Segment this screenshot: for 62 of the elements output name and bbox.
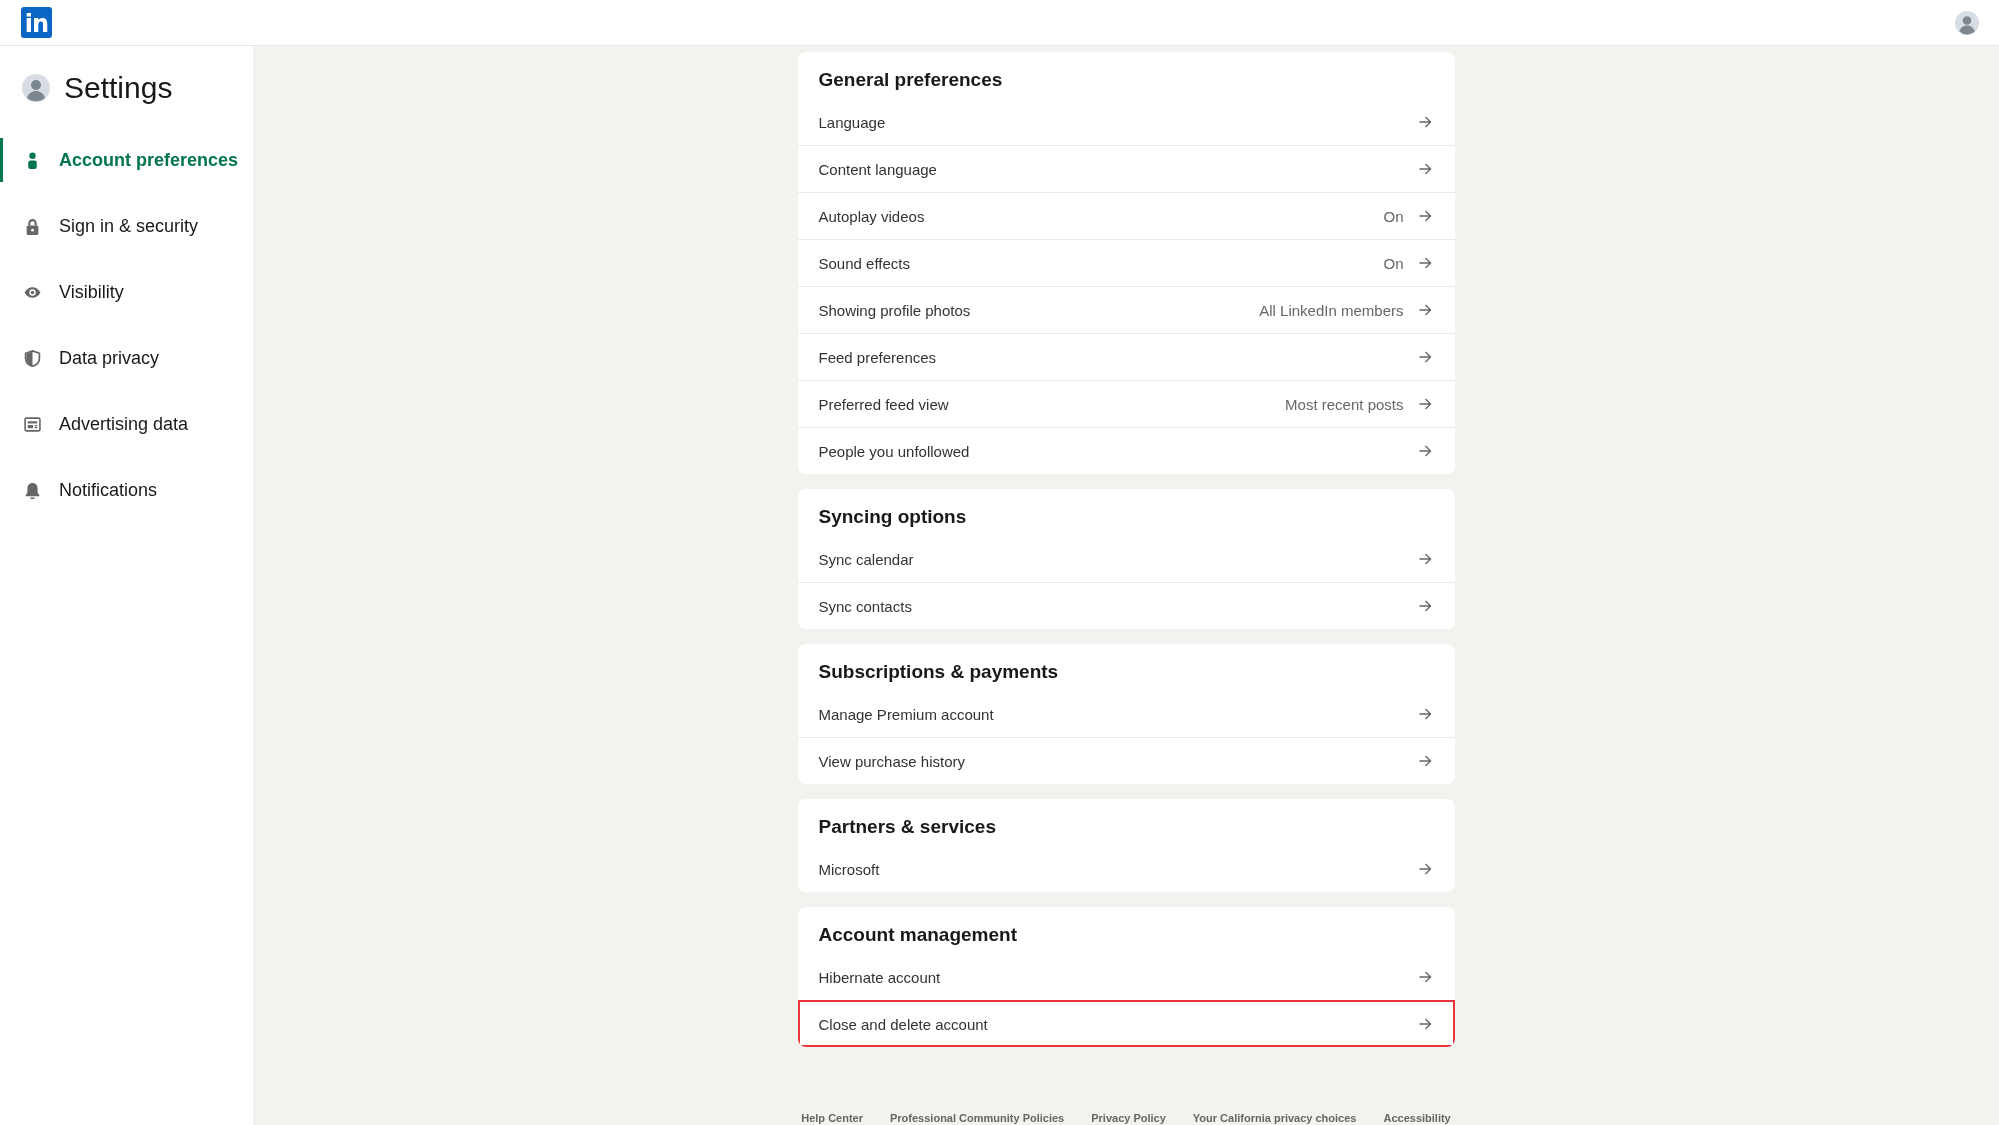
footer-link[interactable]: Privacy Policy (1091, 1112, 1166, 1124)
profile-avatar (22, 74, 50, 102)
footer-link[interactable]: Accessibility (1383, 1112, 1451, 1124)
nav-item[interactable]: Notifications (0, 468, 253, 512)
row-label: Microsoft (818, 860, 881, 878)
section-title: Subscriptions & payments (817, 660, 1060, 684)
section-title: Partners & services (817, 815, 997, 839)
nav-item[interactable]: Data privacy (0, 336, 253, 380)
arrow-right-icon (1418, 445, 1432, 457)
row-label: Sync calendar (818, 550, 915, 568)
row-label: Sync contacts (818, 597, 913, 615)
row-label: View purchase history (818, 752, 966, 770)
arrow-right-icon (1418, 116, 1432, 128)
row-label: Content language (818, 160, 938, 178)
row-label: Autoplay videos (818, 207, 926, 225)
arrow-right-icon (1418, 971, 1432, 983)
arrow-right-icon (1418, 304, 1432, 316)
bell-icon (24, 481, 41, 499)
row-label: Language (818, 113, 887, 131)
settings-row[interactable]: Sync contacts (797, 582, 1455, 629)
arrow-right-icon (1418, 755, 1432, 767)
row-label: Feed preferences (818, 348, 938, 366)
section-title: General preferences (817, 68, 1004, 92)
arrow-right-icon (1418, 708, 1432, 720)
nav-item[interactable]: Account preferences (0, 138, 253, 182)
ad-card-icon (24, 415, 41, 433)
row-label: Hibernate account (818, 968, 942, 986)
row-label: People you unfollowed (818, 442, 971, 460)
row-label: Preferred feed view (818, 395, 950, 413)
row-label: Showing profile photos (818, 301, 972, 319)
footer-link[interactable]: Your California privacy choices (1192, 1112, 1357, 1124)
nav-item[interactable]: Advertising data (0, 402, 253, 446)
arrow-right-icon (1418, 351, 1432, 363)
row-label: Close and delete account (818, 1015, 989, 1033)
settings-row[interactable]: Close and delete account (797, 1000, 1455, 1047)
shield-icon (24, 349, 41, 367)
row-value: All LinkedIn members (1259, 301, 1404, 319)
row-value: On (1383, 207, 1404, 225)
section-title: Account management (817, 923, 1018, 947)
settings-row[interactable]: View purchase history (797, 737, 1455, 784)
settings-row[interactable]: People you unfollowed (797, 427, 1455, 474)
arrow-right-icon (1418, 398, 1432, 410)
arrow-right-icon (1418, 163, 1432, 175)
footer-link[interactable]: Help Center (801, 1112, 863, 1124)
row-value: Most recent posts (1285, 395, 1404, 413)
nav-item[interactable]: Sign in & security (0, 204, 253, 248)
row-label: Manage Premium account (818, 705, 995, 723)
arrow-right-icon (1418, 863, 1432, 875)
arrow-right-icon (1418, 553, 1432, 565)
row-label: Sound effects (818, 254, 911, 272)
row-value: On (1383, 254, 1404, 272)
logo[interactable]: in (21, 7, 52, 38)
arrow-right-icon (1418, 1018, 1432, 1030)
profile-avatar[interactable] (1955, 10, 1979, 35)
section-title: Syncing options (817, 505, 968, 529)
page-title: Settings (64, 70, 173, 106)
arrow-right-icon (1418, 257, 1432, 269)
lock-icon (24, 217, 41, 235)
footer-link[interactable]: Professional Community Policies (890, 1112, 1065, 1124)
nav-item[interactable]: Visibility (0, 270, 253, 314)
arrow-right-icon (1418, 600, 1432, 612)
arrow-right-icon (1418, 210, 1432, 222)
